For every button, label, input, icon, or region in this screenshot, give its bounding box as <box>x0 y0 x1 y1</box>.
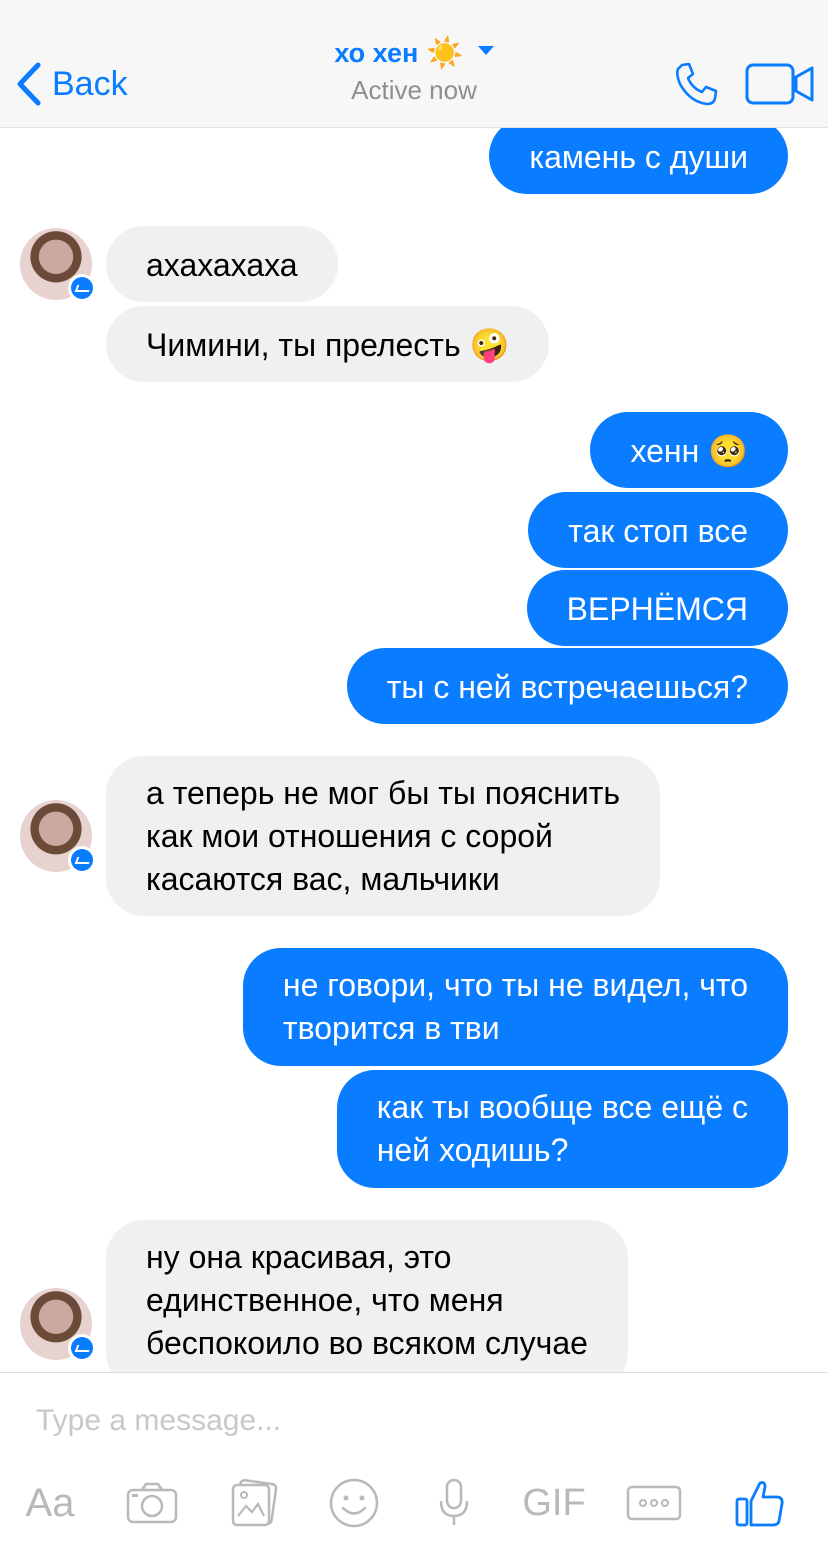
composer-toolbar: Aa GIF <box>0 1473 828 1533</box>
more-button[interactable] <box>624 1473 684 1533</box>
incoming-message[interactable]: а теперь не мог бы ты пояснить как мои о… <box>106 756 661 916</box>
sun-emoji: ☀️ <box>426 36 464 70</box>
emoji-icon <box>329 1478 379 1528</box>
pleading-face-emoji: 🥺 <box>708 432 748 470</box>
contact-title[interactable]: хо хен ☀️ Active now <box>250 38 578 106</box>
avatar[interactable] <box>20 800 96 874</box>
outgoing-message[interactable]: хенн 🥺 <box>590 412 788 488</box>
outgoing-message[interactable]: ВЕРНЁМСЯ <box>526 570 788 646</box>
incoming-message[interactable]: ну она красивая, это единственное, что м… <box>106 1220 628 1372</box>
messenger-badge-icon <box>68 274 96 302</box>
zany-face-emoji: 🤪 <box>469 326 510 364</box>
outgoing-message[interactable]: ты с ней встречаешься? <box>346 648 788 724</box>
incoming-message[interactable]: ахахахаха <box>106 226 338 302</box>
active-status: Active now <box>351 75 477 105</box>
avatar[interactable] <box>20 1288 96 1362</box>
back-chevron-icon <box>17 62 41 106</box>
incoming-message[interactable]: Чимини, ты прелесть 🤪 <box>106 306 550 382</box>
like-icon <box>735 1481 784 1527</box>
messenger-badge-icon <box>68 1334 96 1362</box>
outgoing-message[interactable]: как ты вообще все ещё с ней ходишь? <box>336 1070 788 1188</box>
gallery-icon <box>231 1478 278 1527</box>
messenger-badge-icon <box>68 846 96 874</box>
camera-button[interactable] <box>122 1473 182 1533</box>
like-button[interactable] <box>730 1473 790 1533</box>
back-button[interactable]: Back <box>14 60 128 108</box>
gallery-button[interactable] <box>224 1473 284 1533</box>
microphone-icon <box>439 1478 469 1525</box>
avatar[interactable] <box>20 228 96 302</box>
outgoing-message[interactable]: так стоп все <box>528 492 788 568</box>
chat-header: Back хо хен ☀️ Active now <box>0 0 828 128</box>
camera-icon <box>126 1482 178 1524</box>
outgoing-message[interactable]: камень с души <box>489 128 788 194</box>
composer: Aa <box>0 1372 828 1550</box>
emoji-button[interactable] <box>324 1473 384 1533</box>
outgoing-message[interactable]: не говори, что ты не видел, что творится… <box>242 948 788 1066</box>
video-camera-icon[interactable] <box>744 62 816 106</box>
contact-name: хо хен <box>334 38 419 68</box>
dropdown-caret-icon[interactable] <box>477 46 494 55</box>
text-format-button[interactable]: Aa <box>20 1473 80 1533</box>
gif-button[interactable]: GIF <box>518 1473 590 1533</box>
back-label: Back <box>52 64 128 103</box>
more-icon <box>626 1485 682 1521</box>
phone-icon[interactable] <box>672 60 720 108</box>
message-list[interactable]: камень с души ахахахаха Чимини, ты преле… <box>0 128 828 1372</box>
microphone-button[interactable] <box>424 1473 484 1533</box>
message-input[interactable] <box>36 1399 796 1443</box>
